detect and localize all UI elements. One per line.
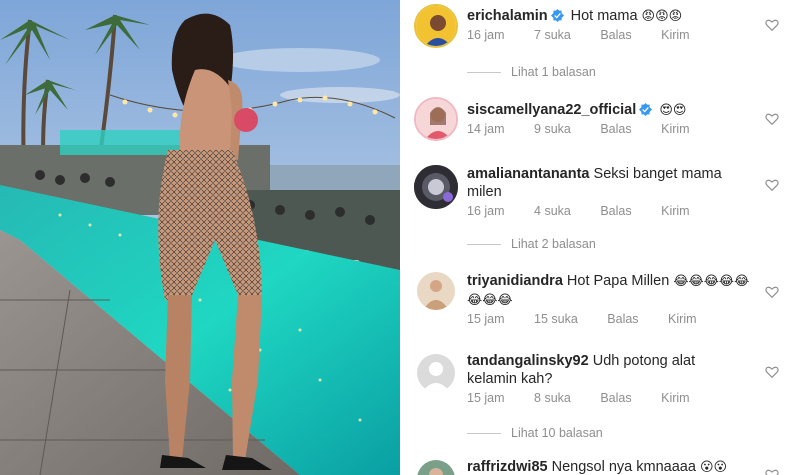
avatar[interactable] [414,97,458,141]
reply-button[interactable]: Balas [607,312,638,326]
view-replies-label: Lihat 1 balasan [511,65,596,79]
comment-username[interactable]: amalianantananta [467,166,590,182]
like-heart-icon[interactable] [765,285,779,299]
send-button[interactable]: Kirim [661,204,689,218]
comment-likes[interactable]: 7 suka [534,28,571,42]
view-replies-label: Lihat 2 balasan [511,237,596,251]
comment-time: 16 jam [467,204,505,218]
comment-username[interactable]: triyanidiandra [467,273,563,289]
comment-time: 15 jam [467,312,505,326]
view-replies-link[interactable]: Lihat 10 balasan [467,426,603,440]
avatar[interactable] [417,460,455,475]
avatar[interactable] [414,4,458,48]
comment-time: 14 jam [467,122,505,136]
avatar[interactable] [414,165,458,209]
view-replies-link[interactable]: Lihat 1 balasan [467,65,596,79]
view-replies-link[interactable]: Lihat 2 balasan [467,237,596,251]
verified-badge-icon [639,103,653,121]
replies-divider [467,71,501,73]
comment-meta: 14 jam 9 suka Balas Kirim [467,122,716,136]
comment-time: 15 jam [467,391,505,405]
avatar[interactable] [417,272,455,310]
comment-username[interactable]: erichalamin [467,8,548,24]
send-button[interactable]: Kirim [668,312,696,326]
post-image [0,0,400,475]
view-replies-label: Lihat 10 balasan [511,426,603,440]
emoji-heart-eyes-icon: 😍😍 [659,103,687,118]
replies-divider [467,432,501,434]
comment-likes[interactable]: 8 suka [534,391,571,405]
verified-badge-icon [550,9,564,27]
reply-button[interactable]: Balas [600,122,631,136]
comment-time: 16 jam [467,28,505,42]
comment-text: Nengsol nya kmnaaaa [551,459,696,475]
reply-button[interactable]: Balas [600,28,631,42]
comment-username[interactable]: raffrizdwi85 [467,459,548,475]
comment-meta: 16 jam 4 suka Balas Kirim [467,204,716,218]
reply-button[interactable]: Balas [600,204,631,218]
replies-divider [467,243,501,245]
send-button[interactable]: Kirim [661,122,689,136]
comment-text: Hot mama [570,8,638,24]
comment-username[interactable]: siscamellyana22_official [467,102,636,118]
reply-button[interactable]: Balas [600,391,631,405]
comment-meta: 15 jam 8 suka Balas Kirim [467,391,716,405]
comment-likes[interactable]: 4 suka [534,204,571,218]
emoji-surprised-icon: 😮😮 [699,460,728,475]
comment-meta: 16 jam 7 suka Balas Kirim [467,28,716,42]
emoji-angry-icon: 😡😡😡 [641,9,683,24]
comment-likes[interactable]: 9 suka [534,122,571,136]
send-button[interactable]: Kirim [661,28,689,42]
like-heart-icon[interactable] [765,365,779,379]
comment-text: Hot Papa Millen [566,273,670,289]
avatar-placeholder-icon[interactable] [417,354,455,392]
like-heart-icon[interactable] [765,178,779,192]
send-button[interactable]: Kirim [661,391,689,405]
comment-likes[interactable]: 15 suka [534,312,578,326]
comment-username[interactable]: tandangalinsky92 [467,353,589,369]
like-heart-icon[interactable] [765,112,779,126]
like-heart-icon[interactable] [765,18,779,32]
post-photo [0,0,400,475]
like-heart-icon[interactable] [765,468,779,475]
comments-panel: erichalamin Hot mama 😡😡😡 16 jam 7 suka B… [400,0,800,475]
comment-meta: 15 jam 15 suka Balas Kirim [467,312,723,326]
